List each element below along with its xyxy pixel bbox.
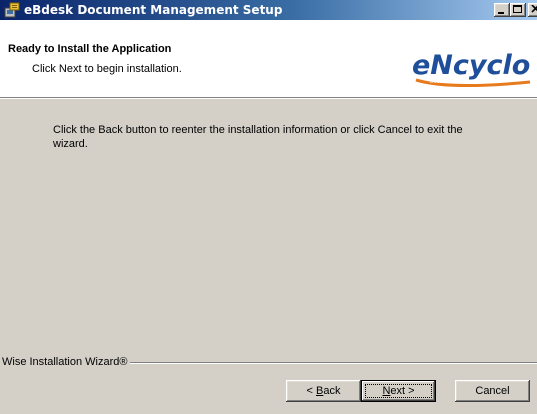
back-label-accel: B (316, 385, 324, 397)
back-label-prefix: < (306, 385, 316, 397)
back-button[interactable]: < Back (286, 380, 361, 402)
encyclo-logo: eNcyclo Document Management (412, 50, 530, 88)
header-banner: Ready to Install the Application Click N… (0, 20, 537, 99)
instruction-text: Click the Back button to reenter the ins… (53, 124, 463, 150)
minimize-icon[interactable] (494, 3, 510, 17)
focus-rect (365, 384, 432, 398)
page-title: Ready to Install the Application (8, 43, 172, 55)
logo-tagline: Document Management (430, 79, 490, 85)
close-icon[interactable] (528, 3, 537, 17)
back-label-rest: ack (323, 385, 341, 397)
title-bar[interactable]: eBdesk Document Management Setup (0, 0, 537, 20)
next-button[interactable]: Next > (361, 380, 436, 402)
maximize-icon[interactable] (510, 3, 526, 17)
installer-icon[interactable] (4, 2, 20, 18)
window-title: eBdesk Document Management Setup (24, 3, 283, 17)
branding-label: Wise Installation Wizard® (2, 356, 131, 368)
logo-wordmark: eNcyclo (412, 50, 530, 81)
cancel-button[interactable]: Cancel (455, 380, 530, 402)
page-subtitle: Click Next to begin installation. (32, 63, 182, 75)
setup-window: eBdesk Document Management Setup Ready t… (0, 0, 537, 414)
